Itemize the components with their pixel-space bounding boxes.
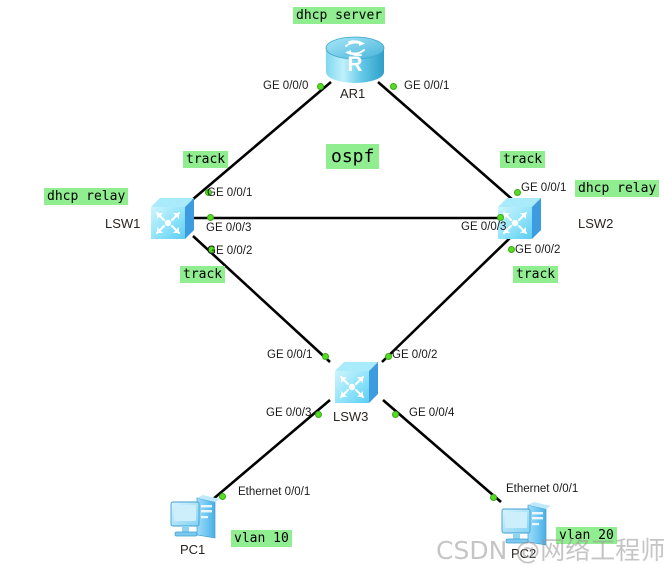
- tag-vlan-pc2: vlan 20: [556, 527, 617, 544]
- node-pc2[interactable]: [498, 499, 554, 551]
- router-icon: R: [325, 36, 385, 83]
- label-pc1: PC1: [180, 542, 206, 557]
- port-dot-ar1-right: [390, 83, 397, 90]
- port-dot-lsw3-topright: [385, 353, 392, 360]
- tag-dhcp-server: dhcp server: [293, 7, 386, 24]
- port-dot-lsw3-botright: [392, 411, 399, 418]
- port-label-lsw2-to-lsw1: GE 0/0/3: [461, 221, 507, 233]
- link-lsw2-lsw3: [381, 235, 513, 363]
- port-label-pc2-uplink: Ethernet 0/0/1: [506, 483, 579, 495]
- port-dot-lsw2-top: [514, 189, 521, 196]
- port-label-lsw3-to-lsw2: GE 0/0/2: [392, 349, 438, 361]
- label-lsw2: LSW2: [578, 216, 614, 231]
- tag-dhcp-relay-lsw2: dhcp relay: [575, 180, 660, 197]
- port-label-lsw3-to-pc1: GE 0/0/3: [266, 407, 312, 419]
- port-dot-lsw2-mid: [497, 214, 504, 221]
- tag-dhcp-relay-lsw1: dhcp relay: [44, 188, 129, 205]
- label-lsw1: LSW1: [105, 216, 141, 231]
- node-ar1[interactable]: R: [322, 34, 388, 86]
- port-dot-lsw3-topleft: [322, 353, 329, 360]
- link-ar1-lsw1: [191, 81, 332, 201]
- node-lsw1[interactable]: [146, 193, 198, 243]
- port-label-lsw1-to-lsw3: GE 0/0/2: [207, 245, 253, 257]
- tag-track-lsw1-top: track: [183, 151, 229, 168]
- port-label-lsw3-to-lsw1: GE 0/0/1: [267, 349, 313, 361]
- port-label-pc1-uplink: Ethernet 0/0/1: [238, 486, 311, 498]
- port-label-ar1-to-lsw1: GE 0/0/0: [263, 80, 309, 92]
- tag-vlan-pc1: vlan 10: [231, 530, 292, 547]
- node-lsw3[interactable]: [330, 357, 382, 407]
- tag-track-lsw1-bottom: track: [180, 266, 226, 283]
- port-label-lsw2-to-lsw3: GE 0/0/2: [515, 244, 561, 256]
- pc-icon: [501, 502, 551, 546]
- port-dot-pc2: [490, 494, 497, 501]
- switch-icon: [151, 198, 194, 239]
- node-pc1[interactable]: [167, 492, 223, 544]
- label-pc2: PC2: [511, 546, 537, 561]
- port-dot-ar1-left: [317, 83, 324, 90]
- label-lsw3: LSW3: [333, 409, 369, 424]
- tag-track-lsw2-top: track: [500, 151, 546, 168]
- svg-text:R: R: [347, 53, 362, 76]
- port-label-lsw1-to-lsw2: GE 0/0/3: [206, 222, 252, 234]
- port-label-lsw3-to-pc2: GE 0/0/4: [409, 407, 455, 419]
- port-dot-lsw3-botleft: [315, 411, 322, 418]
- tag-track-lsw2-bottom: track: [513, 266, 559, 283]
- port-label-lsw2-to-ar1: GE 0/0/1: [521, 182, 567, 194]
- link-ar1-lsw2: [377, 81, 514, 201]
- port-label-lsw1-to-ar1: GE 0/0/1: [207, 187, 253, 199]
- port-label-ar1-to-lsw2: GE 0/0/1: [404, 80, 450, 92]
- port-dot-pc1: [219, 493, 226, 500]
- topology-canvas: R AR1 LSW1 LSW2 LSW3 PC1 PC2 GE 0/0/0 GE…: [0, 0, 664, 564]
- tag-ospf: ospf: [326, 144, 380, 169]
- pc-icon: [170, 495, 220, 539]
- label-ar1: AR1: [340, 86, 366, 101]
- switch-icon: [335, 362, 378, 403]
- port-dot-lsw2-bot: [508, 246, 515, 253]
- port-dot-lsw1-mid: [207, 214, 214, 221]
